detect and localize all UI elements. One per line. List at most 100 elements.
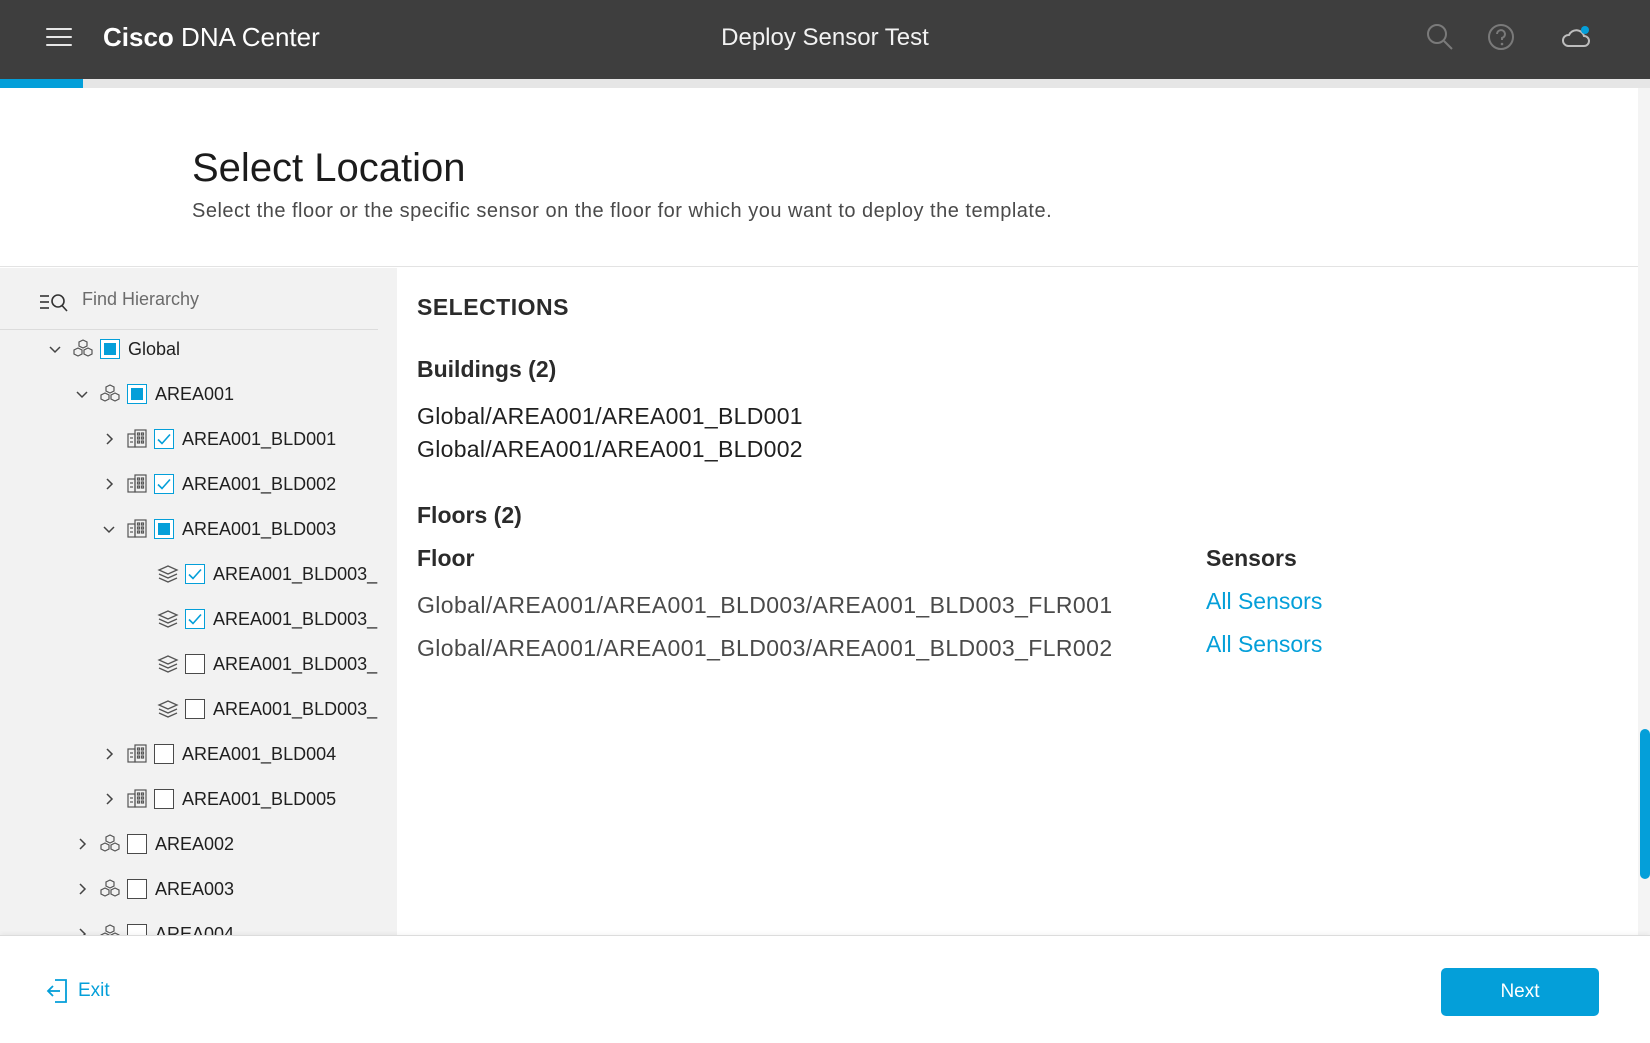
tree-node-building[interactable]: AREA001_BLD003 [100,512,336,546]
tree-node-area[interactable]: AREA002 [73,827,234,861]
chevron-right-icon[interactable] [100,430,118,448]
all-sensors-link[interactable]: All Sensors [1206,588,1322,615]
filter-search-icon [40,294,68,312]
find-hierarchy-input[interactable] [82,282,362,316]
floor-path: Global/AREA001/AREA001_BLD003/AREA001_BL… [417,635,1113,661]
building-path: Global/AREA001/AREA001_BLD001 [417,403,803,429]
building-icon [126,428,148,450]
tree-node-label: AREA001_BLD003_ [213,698,378,719]
tree-node-label: AREA004 [155,923,235,936]
tree-node-floor[interactable]: AREA001_BLD003_ [131,602,379,636]
tree-node-building[interactable]: AREA001_BLD005 [100,782,336,816]
area-icon [99,878,121,900]
chevron-right-icon[interactable] [100,475,118,493]
chevron-right-icon[interactable] [100,790,118,808]
chevron-down-icon[interactable] [46,340,64,358]
cloud-notification-icon[interactable] [1560,22,1592,52]
wizard-progress-fill [0,79,83,88]
tree-node-label: Global [128,338,181,359]
floor-icon [157,698,179,720]
page-title: Select Location [192,146,466,190]
tree-node-floor[interactable]: AREA001_BLD003_ [131,647,379,681]
chevron-right-icon[interactable] [100,745,118,763]
tree-node-label: AREA001_BLD003_ [213,608,378,629]
tree-node-label: AREA001_BLD001 [182,428,337,449]
tree-node-checkbox[interactable] [127,384,147,404]
tree-node-area[interactable]: AREA001 [73,377,234,411]
selections-panel: SELECTIONS Buildings (2) Global/AREA001/… [397,268,1638,935]
floor-icon [157,563,179,585]
tree-node-checkbox[interactable] [154,789,174,809]
page-header: Select Location Select the floor or the … [0,88,1638,267]
exit-button[interactable]: Exit [46,978,110,1004]
location-hierarchy-panel: Global AREA001 AREA001_BLD001 AREA001_BLD00… [0,268,397,935]
tree-node-checkbox[interactable] [154,519,174,539]
building-icon [126,473,148,495]
tree-node-checkbox[interactable] [185,654,205,674]
chevron-right-icon[interactable] [73,835,91,853]
area-icon [99,833,121,855]
tree-node-checkbox[interactable] [154,474,174,494]
building-path: Global/AREA001/AREA001_BLD002 [417,436,803,462]
help-icon[interactable] [1486,22,1516,52]
tree-node-area[interactable]: AREA004 [73,917,234,935]
tree-node-label: AREA001_BLD003 [182,518,337,539]
tree-node-building[interactable]: AREA001_BLD001 [100,422,336,456]
hierarchy-search [0,268,378,330]
tree-node-label: AREA003 [155,878,235,899]
wizard-progress-bar [0,79,1650,88]
area-icon [99,383,121,405]
tree-node-checkbox[interactable] [127,879,147,899]
tree-node-checkbox[interactable] [154,429,174,449]
tree-node-label: AREA001_BLD005 [182,788,337,809]
menu-icon[interactable] [46,28,72,48]
page-subtitle: Select the floor or the specific sensor … [192,200,1053,222]
chevron-down-icon[interactable] [73,385,91,403]
tree-node-label: AREA001_BLD003_ [213,653,378,674]
tree-node-area[interactable]: Global [46,332,180,366]
exit-icon [46,979,67,1003]
tree-node-checkbox[interactable] [185,564,205,584]
selections-title: SELECTIONS [417,294,569,320]
floor-path: Global/AREA001/AREA001_BLD003/AREA001_BL… [417,592,1113,618]
brand-logo[interactable]: Cisco DNA Center [103,22,320,53]
tree-node-label: AREA001_BLD004 [182,743,337,764]
floor-icon [157,608,179,630]
tree-node-checkbox[interactable] [154,744,174,764]
building-icon [126,788,148,810]
tree-node-label: AREA001 [155,383,235,404]
tree-node-checkbox[interactable] [100,339,120,359]
tree-node-floor[interactable]: AREA001_BLD003_ [131,557,379,591]
all-sensors-link[interactable]: All Sensors [1206,631,1322,658]
tree-node-building[interactable]: AREA001_BLD002 [100,467,336,501]
sensors-column-header: Sensors [1206,545,1297,571]
tree-node-checkbox[interactable] [127,834,147,854]
chevron-right-icon[interactable] [73,925,91,935]
tree-node-label: AREA001_BLD003_ [213,563,378,584]
floor-icon [157,653,179,675]
scrollbar-thumb[interactable] [1640,729,1650,879]
building-icon [126,743,148,765]
tree-node-checkbox[interactable] [185,609,205,629]
tree-node-building[interactable]: AREA001_BLD004 [100,737,336,771]
tree-node-floor[interactable]: AREA001_BLD003_ [131,692,379,726]
tree-node-checkbox[interactable] [185,699,205,719]
tree-node-checkbox[interactable] [127,924,147,935]
tree-node-area[interactable]: AREA003 [73,872,234,906]
exit-label: Exit [78,980,110,1001]
brand-name-bold: Cisco [103,22,174,52]
top-bar: Cisco DNA Center Deploy Sensor Test [0,0,1650,79]
floors-heading: Floors (2) [417,502,522,528]
search-icon[interactable] [1425,22,1455,52]
chevron-right-icon[interactable] [73,880,91,898]
next-button[interactable]: Next [1441,968,1599,1016]
chevron-down-icon[interactable] [100,520,118,538]
tree-node-label: AREA001_BLD002 [182,473,337,494]
page-scrollbar[interactable] [1638,88,1650,935]
buildings-heading: Buildings (2) [417,356,557,382]
area-icon [99,923,121,935]
